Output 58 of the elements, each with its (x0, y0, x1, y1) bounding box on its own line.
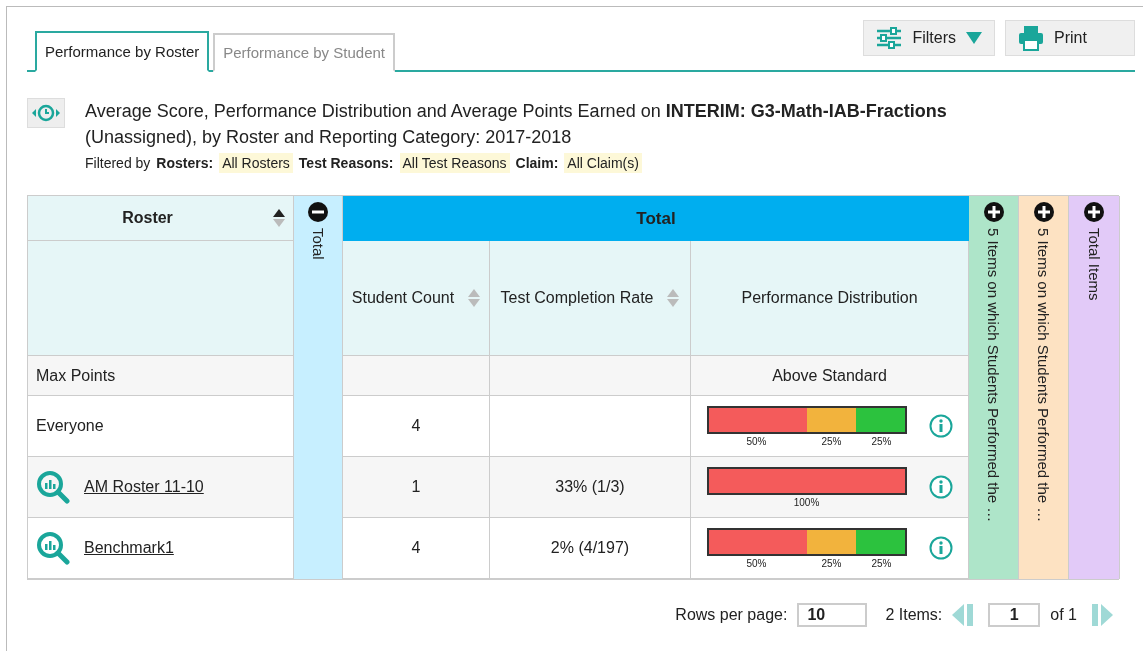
page-field[interactable]: 1 (988, 603, 1041, 627)
sort-icon[interactable] (273, 207, 285, 229)
roster-link[interactable]: Benchmark1 (84, 539, 174, 557)
page-count: of 1 (1050, 606, 1077, 624)
group-header: Total (343, 196, 969, 241)
sliders-icon (876, 27, 903, 49)
collapse-icon[interactable] (308, 202, 328, 222)
segment-label: 25% (870, 556, 893, 569)
column-header: 5 Items on which Students Performed the … (985, 228, 1002, 523)
expand-icon[interactable] (1033, 202, 1054, 222)
filter-label: Filtered by (85, 155, 151, 171)
row-label: Max Points (36, 366, 116, 385)
filters-button[interactable]: Filters (863, 20, 995, 56)
history-button[interactable] (27, 98, 65, 128)
table-cell: 4 (343, 518, 490, 579)
column-header[interactable]: Roster (28, 196, 294, 241)
row-label: Everyone (36, 417, 104, 435)
segment-label: 25% (820, 434, 843, 447)
expand-icon[interactable] (1084, 202, 1104, 222)
table-cell: 33% (1/3) (490, 457, 691, 518)
column-header: Performance Distribution (691, 241, 969, 356)
expand-icon[interactable] (983, 202, 1004, 222)
filter-name: Test Reasons: (298, 155, 394, 171)
column-header: 5 Items on which Students Performed the … (1035, 228, 1052, 523)
caret-icon (966, 32, 982, 44)
segment-label: 50% (745, 434, 768, 447)
column-header: Total (309, 228, 327, 260)
table-cell: 4 (343, 396, 490, 457)
printer-icon (1018, 25, 1044, 51)
segment-label: 25% (820, 556, 843, 569)
segment-label: 25% (870, 434, 893, 447)
filter-value: All Rosters (219, 153, 293, 173)
print-button[interactable]: Print (1005, 20, 1135, 56)
filter-value: All Claim(s) (564, 153, 642, 173)
filter-name: Rosters: (156, 155, 214, 171)
tab[interactable]: Performance by Roster (35, 31, 210, 72)
rows-per-page-field[interactable]: 10 (797, 603, 868, 627)
info-icon[interactable] (928, 536, 953, 560)
column-header[interactable]: Student Count (343, 241, 490, 356)
table-cell: Above Standard (691, 356, 969, 396)
info-icon[interactable] (928, 414, 953, 438)
column-header: Total Items (1085, 228, 1103, 301)
segment-label: 50% (745, 556, 768, 569)
table-cell: 2% (4/197) (490, 518, 691, 579)
filter-name: Claim: (515, 155, 559, 171)
magnifier-chart-icon[interactable] (36, 531, 70, 565)
rows-label: Rows per page: (675, 606, 788, 624)
segment-label: 100% (792, 495, 821, 508)
magnifier-chart-icon[interactable] (36, 470, 70, 504)
report-title: Average Score, Performance Distribution and Average Points Earned on INTERIM: G3-Math-IAB-Fractions (Unassigned), by Roster and Reporting Category: 2017-2018 (85, 100, 948, 149)
table-cell: 1 (343, 457, 490, 518)
info-icon[interactable] (928, 475, 953, 499)
column-header[interactable]: Test Completion Rate (490, 241, 691, 356)
clock-arrows-icon (32, 104, 60, 122)
items-count: 2 Items: (885, 606, 943, 624)
tab[interactable]: Performance by Student (213, 33, 395, 72)
roster-link[interactable]: AM Roster 11-10 (84, 478, 204, 496)
filter-value: All Test Reasons (399, 153, 510, 173)
